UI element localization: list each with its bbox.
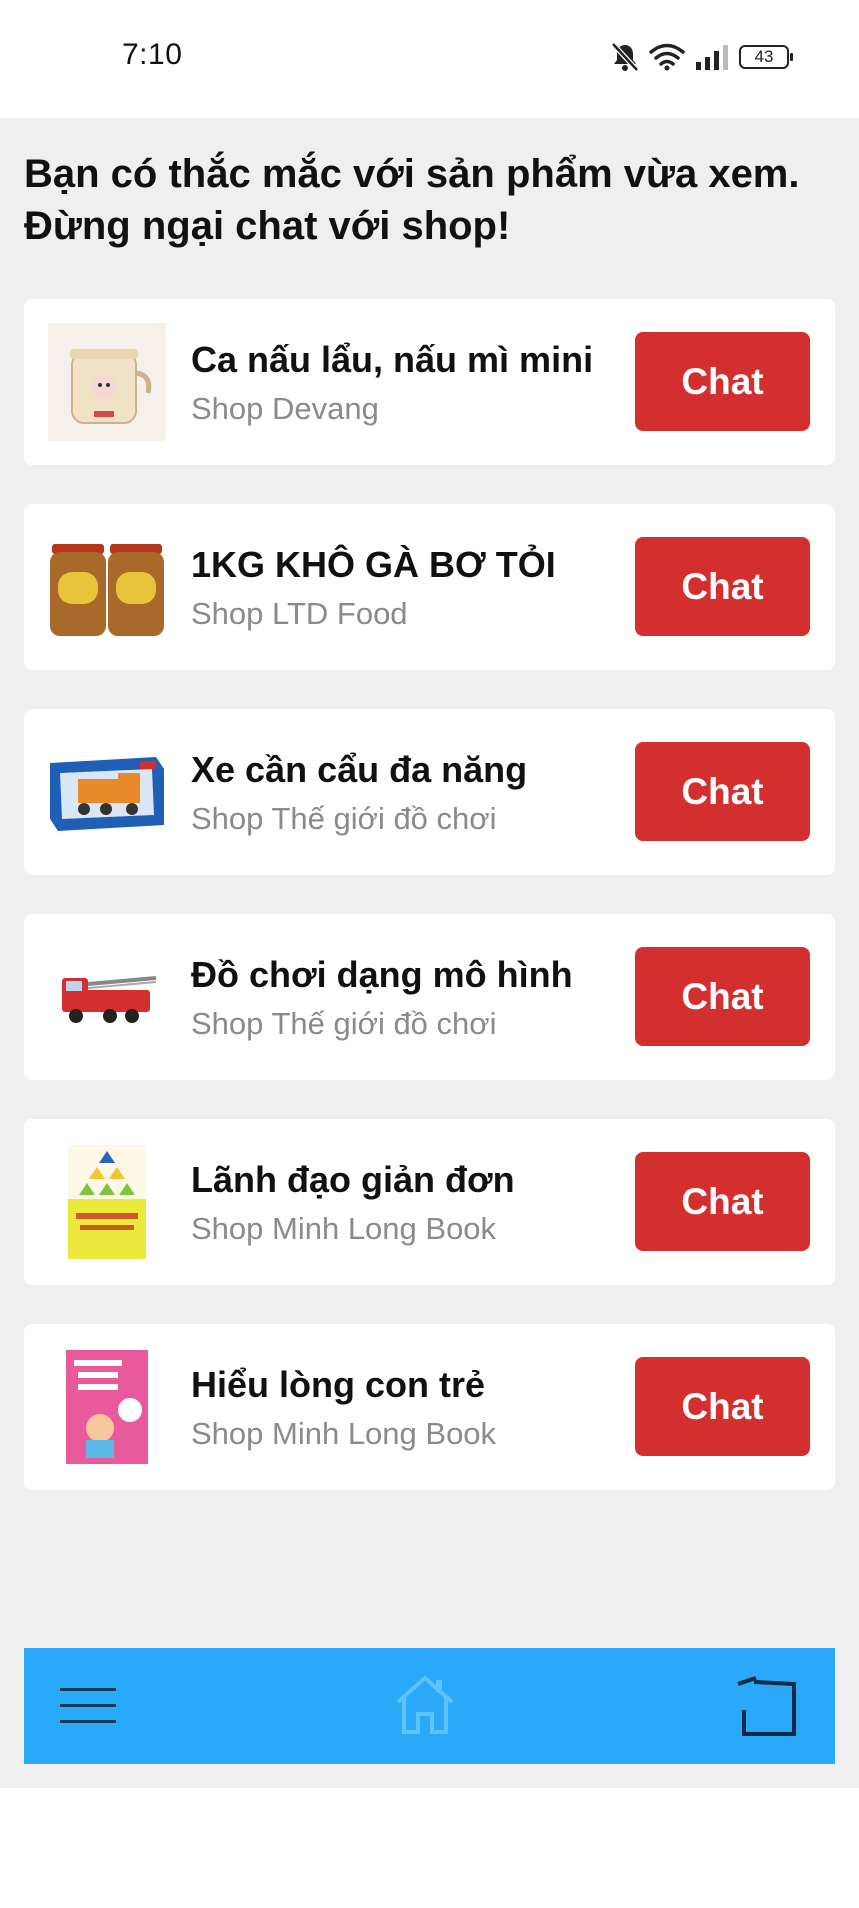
bottom-safe-area — [0, 1788, 859, 1908]
bell-off-icon — [611, 42, 639, 72]
shop-name: Shop Devang — [191, 391, 379, 426]
product-thumbnail-cooker — [48, 323, 166, 441]
chat-button[interactable]: Chat — [635, 332, 810, 431]
product-thumbnail-firetruck — [48, 938, 166, 1056]
wifi-icon — [649, 43, 685, 71]
product-title[interactable]: Xe cần cẩu đa năng — [191, 749, 527, 791]
product-card: Hiểu lòng con trẻ Shop Minh Long Book Ch… — [24, 1324, 835, 1490]
product-title[interactable]: Hiểu lòng con trẻ — [191, 1364, 485, 1406]
shop-name: Shop Minh Long Book — [191, 1416, 497, 1451]
page-headline: Bạn có thắc mắc với sản phẩm vừa xem. Đừ… — [24, 152, 800, 248]
chat-button[interactable]: Chat — [635, 537, 810, 636]
product-card: Lãnh đạo giản đơn Shop Minh Long Book Ch… — [24, 1119, 835, 1285]
product-card: 1KG KHÔ GÀ BƠ TỎI Shop LTD Food Chat — [24, 504, 835, 670]
product-title[interactable]: Lãnh đạo giản đơn — [191, 1159, 515, 1201]
bottom-nav-bar — [24, 1648, 835, 1764]
home-icon[interactable] — [394, 1674, 456, 1736]
menu-icon[interactable] — [60, 1684, 116, 1728]
status-time: 7:10 — [122, 38, 183, 71]
product-title[interactable]: 1KG KHÔ GÀ BƠ TỎI — [191, 544, 556, 586]
shop-name: Shop Minh Long Book — [191, 1211, 497, 1246]
shop-name: Shop Thế giới đồ chơi — [191, 801, 497, 836]
status-icons: 43 — [611, 40, 793, 74]
product-thumbnail-crane-box — [48, 733, 166, 851]
signal-icon — [696, 45, 728, 70]
product-title[interactable]: Đồ chơi dạng mô hình — [191, 954, 573, 996]
product-card: Đồ chơi dạng mô hình Shop Thế giới đồ ch… — [24, 914, 835, 1080]
chat-button[interactable]: Chat — [635, 947, 810, 1046]
product-title[interactable]: Ca nấu lẩu, nấu mì mini — [191, 339, 593, 381]
battery-level: 43 — [754, 47, 774, 66]
product-thumbnail-jars — [48, 528, 166, 646]
main-content: Bạn có thắc mắc với sản phẩm vừa xem. Đừ… — [0, 118, 859, 1788]
back-icon[interactable] — [734, 1674, 800, 1738]
shop-name: Shop LTD Food — [191, 596, 408, 631]
shop-name: Shop Thế giới đồ chơi — [191, 1006, 497, 1041]
product-card: Ca nấu lẩu, nấu mì mini Shop Devang Chat — [24, 299, 835, 465]
chat-button[interactable]: Chat — [635, 1357, 810, 1456]
product-thumbnail-book-yellow — [48, 1143, 166, 1261]
status-bar: 7:10 43 — [0, 0, 859, 118]
product-thumbnail-book-pink — [48, 1348, 166, 1466]
chat-button[interactable]: Chat — [635, 1152, 810, 1251]
chat-button[interactable]: Chat — [635, 742, 810, 841]
battery-icon: 43 — [739, 45, 793, 69]
product-card: Xe cần cẩu đa năng Shop Thế giới đồ chơi… — [24, 709, 835, 875]
